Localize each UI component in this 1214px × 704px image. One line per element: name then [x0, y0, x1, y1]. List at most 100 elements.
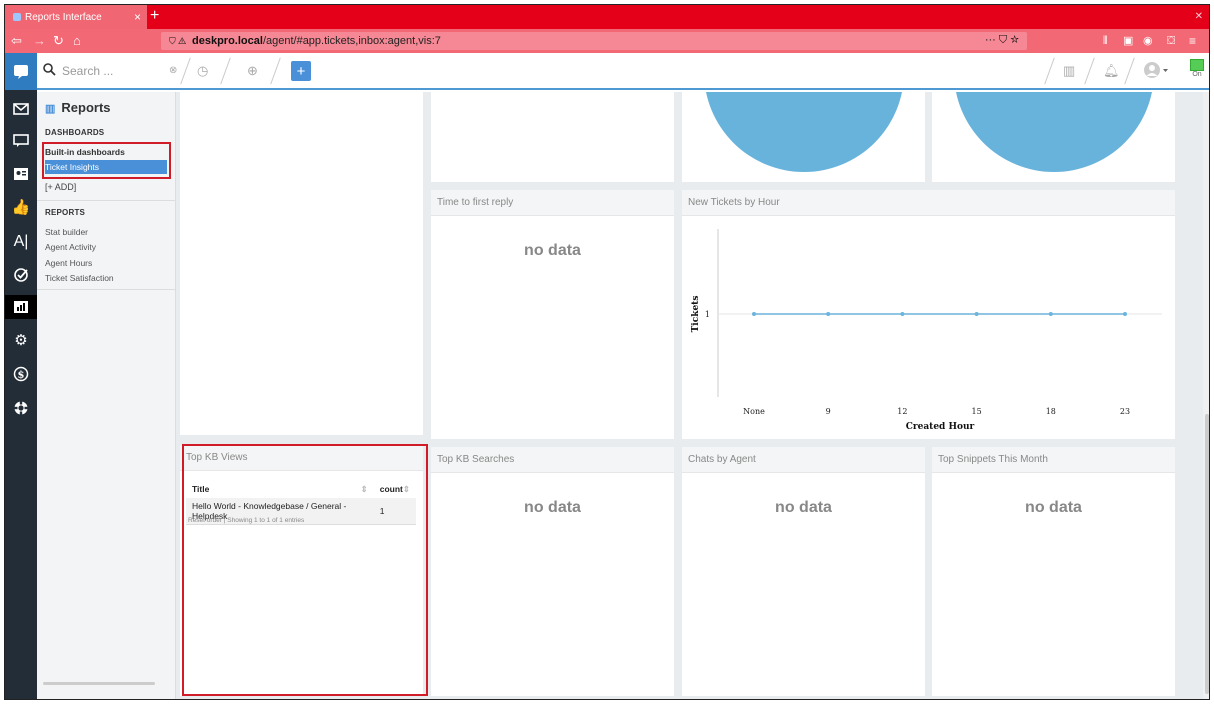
chat-online-toggle[interactable]: On — [1187, 59, 1207, 85]
divider — [37, 289, 176, 290]
menu-icon[interactable]: ≡ — [1189, 33, 1196, 49]
no-data-text: no data — [775, 499, 832, 516]
reload-icon[interactable]: ↻ — [53, 33, 64, 49]
create-new-button[interactable]: + — [291, 61, 311, 81]
highlight-box — [182, 444, 428, 696]
forward-icon[interactable]: → — [33, 33, 46, 49]
data-point — [826, 312, 831, 316]
navigation-bar: ⇦ → ↻ ⌂ ⛉ ⚠ deskpro.local /agent/#app.ti… — [5, 29, 1209, 53]
search-input[interactable]: Search ... — [62, 64, 113, 78]
panel-title: New Tickets by Hour — [682, 190, 1175, 216]
url-actions-icon[interactable]: ··· ⛉ ☆ — [985, 34, 1019, 47]
online-label: On — [1192, 71, 1202, 78]
agent-avatar[interactable] — [1143, 61, 1169, 82]
line-chart: None 9 12 15 18 23 1 Created Hour Tickets — [691, 229, 1162, 432]
highlight-box — [42, 142, 171, 179]
search-box[interactable]: Search ... — [43, 61, 173, 81]
vertical-scrollbar[interactable] — [1203, 92, 1209, 699]
sidebar-item-ticket-satisfaction[interactable]: Ticket Satisfaction — [45, 271, 167, 285]
horizontal-scrollbar[interactable] — [43, 682, 155, 685]
publish-icon[interactable]: A| — [5, 230, 37, 254]
app-top-bar: Search ... ⊗ ◷ ⊕ + ▥ 🔔︎ On — [37, 53, 1209, 90]
data-point — [1123, 312, 1127, 316]
scrollbar-thumb[interactable] — [1205, 414, 1209, 694]
divider — [1044, 57, 1055, 85]
no-data-text: no data — [1025, 499, 1082, 516]
chat-icon[interactable] — [5, 129, 37, 153]
panel-title: Top KB Searches — [431, 447, 674, 473]
reports-sidebar: ▥ Reports DASHBOARDS Built-in dashboards … — [37, 92, 176, 699]
panel-title: Top Snippets This Month — [932, 447, 1175, 473]
add-dashboard-button[interactable]: [+ ADD] — [45, 180, 167, 194]
help-lifebuoy-icon[interactable] — [5, 396, 37, 420]
dashboard-panel-empty — [180, 92, 423, 435]
no-data-text: no data — [524, 499, 581, 516]
divider — [180, 57, 191, 85]
x-tick-label: 12 — [897, 407, 907, 416]
settings-gear-icon[interactable]: ⚙ — [5, 328, 37, 352]
url-path: /agent/#app.tickets,inbox:agent,vis:7 — [262, 35, 441, 47]
notifications-bell-icon[interactable]: 🔔︎ — [1103, 63, 1120, 79]
reports-icon[interactable] — [5, 295, 37, 319]
tab-title: Reports Interface — [25, 11, 102, 23]
panel-title: Chats by Agent — [682, 447, 925, 473]
new-tickets-by-hour-panel: New Tickets by Hour None 9 12 15 18 23 1 Create… — [682, 190, 1175, 439]
crm-icon[interactable] — [5, 162, 37, 186]
data-point — [974, 312, 979, 316]
x-tick-label: 18 — [1046, 407, 1056, 416]
url-host: deskpro.local — [192, 35, 263, 47]
dashboards-heading: DASHBOARDS — [45, 128, 105, 137]
sidebar-toggle-icon[interactable]: ▣ — [1123, 33, 1133, 49]
dashboard-content: Time to first reply no data New Tickets … — [176, 92, 1209, 699]
tickets-icon[interactable] — [5, 97, 37, 121]
feedback-icon[interactable]: 👍 — [5, 195, 37, 219]
x-tick-label: 23 — [1120, 407, 1130, 416]
tab-close-icon[interactable]: × — [134, 10, 141, 24]
search-clear-icon[interactable]: ⊗ — [169, 65, 177, 76]
x-tick-label: None — [743, 407, 765, 416]
sidebar-item-agent-hours[interactable]: Agent Hours — [45, 256, 167, 270]
library-icon[interactable]: ⫴ — [1103, 33, 1108, 49]
window-close-icon[interactable]: ✕ — [1195, 11, 1203, 22]
svg-text:$: $ — [18, 370, 25, 381]
layout-columns-icon[interactable]: ▥ — [1063, 63, 1075, 79]
chart-icon: ▥ — [45, 103, 56, 115]
home-icon[interactable]: ⌂ — [73, 33, 81, 49]
x-tick-label: 15 — [972, 407, 982, 416]
sidebar-title: ▥ Reports — [45, 100, 111, 115]
deskpro-logo[interactable] — [5, 53, 37, 90]
data-point — [900, 312, 905, 316]
add-circle-icon[interactable]: ⊕ — [247, 63, 258, 79]
pie-chart-panel — [932, 92, 1175, 182]
pie-chart-panel — [682, 92, 925, 182]
pie-slice — [954, 92, 1154, 172]
top-kb-searches-panel: Top KB Searches no data — [431, 447, 674, 696]
chats-by-agent-panel: Chats by Agent no data — [682, 447, 925, 696]
url-bar[interactable]: ⛉ ⚠ deskpro.local /agent/#app.tickets,in… — [161, 32, 1027, 50]
favicon-icon — [13, 13, 21, 21]
extension-icon[interactable]: ⛋ — [1167, 33, 1175, 49]
recent-history-icon[interactable]: ◷ — [197, 63, 208, 79]
new-tab-button[interactable]: + — [150, 7, 159, 25]
panel-title: Time to first reply — [431, 190, 674, 216]
billing-icon[interactable]: $ — [5, 362, 37, 386]
back-icon[interactable]: ⇦ — [11, 33, 22, 49]
data-point — [1048, 312, 1053, 316]
account-icon[interactable]: ◉ — [1143, 33, 1153, 49]
x-axis-label: Created Hour — [906, 422, 975, 432]
sidebar-item-agent-activity[interactable]: Agent Activity — [45, 240, 167, 254]
chat-status-icon — [1190, 59, 1204, 71]
search-icon — [43, 63, 56, 79]
tasks-icon[interactable] — [5, 263, 37, 287]
app-nav-rail: 👍 A| ⚙ $ — [5, 53, 42, 699]
x-tick-label: 9 — [826, 407, 831, 416]
shield-icon: ⛉ ⚠ — [169, 35, 187, 46]
pie-slice — [704, 92, 904, 172]
divider — [1124, 57, 1135, 85]
sidebar-title-text: Reports — [61, 100, 111, 115]
divider — [37, 200, 176, 201]
browser-tab[interactable]: Reports Interface × — [5, 5, 147, 29]
sidebar-item-stat-builder[interactable]: Stat builder — [45, 225, 167, 239]
reports-heading: REPORTS — [45, 208, 86, 217]
dashboard-panel-top — [431, 92, 674, 182]
